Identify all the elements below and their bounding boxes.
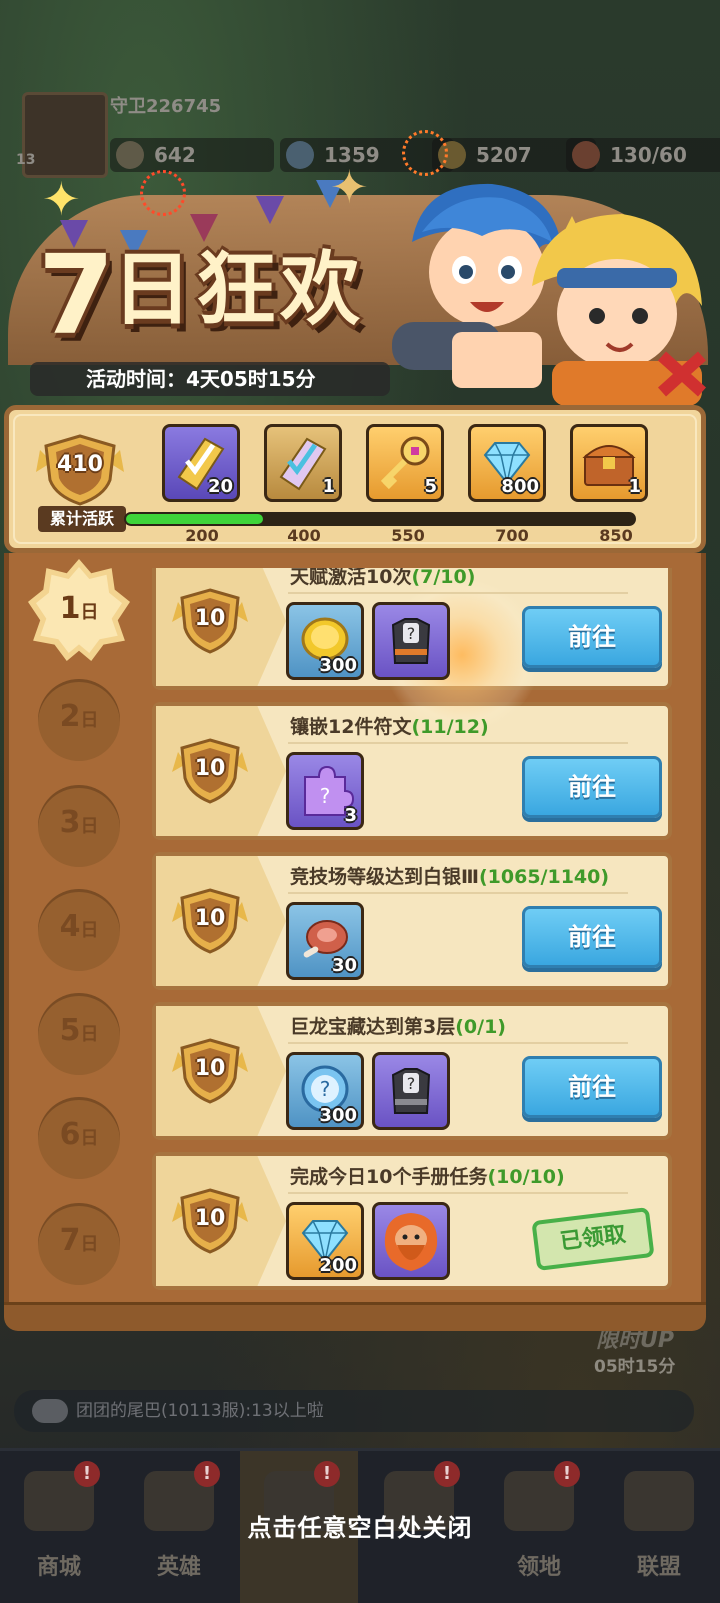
chat-bar[interactable]: 团团的尾巴(10113服):13以上啦 (14, 1390, 694, 1432)
reward-item[interactable]: 200 (286, 1202, 364, 1280)
task-title: 巨龙宝藏达到第3层(0/1) (290, 1016, 506, 1038)
activity-progress-fill (126, 514, 263, 524)
activity-progress-bar (124, 512, 636, 526)
sparkle-icon: ✦ (42, 172, 81, 226)
hero-blonde-portrait (532, 214, 707, 406)
player-level: 13 (16, 152, 36, 168)
alert-badge: ! (554, 1461, 580, 1487)
reward-item[interactable]: ? (372, 1052, 450, 1130)
task-card: 巨龙宝藏达到第3层(0/1) 10 ? 300 ? 前往 (152, 1002, 672, 1140)
chat-message: 团团的尾巴(10113服):13以上啦 (76, 1401, 324, 1421)
activity-points-label: 累计活跃 (38, 506, 126, 532)
milestone-threshold: 700 (495, 526, 529, 545)
limited-up-timer: 05时15分 (594, 1357, 676, 1377)
close-hint[interactable]: 点击任意空白处关闭 (0, 1508, 720, 1543)
task-card: 竞技场等级达到白银Ⅲ(1065/1140) 10 30 前往 (152, 852, 672, 990)
alert-badge: ! (314, 1461, 340, 1487)
board-bottom-edge (4, 1302, 706, 1331)
milestone-threshold: 550 (391, 526, 425, 545)
go-button[interactable]: 前往 (522, 906, 662, 968)
activity-points-value: 410 (57, 452, 103, 477)
milestone-reward-400[interactable]: 1 (264, 424, 342, 502)
day-tab-1[interactable]: 1日 (28, 559, 130, 661)
claimed-stamp: 已领取 (531, 1206, 655, 1272)
firework-icon (402, 130, 448, 176)
firework-icon (140, 170, 186, 216)
svg-text:?: ? (407, 624, 416, 643)
alert-badge: ! (74, 1461, 100, 1487)
reward-item[interactable]: 300 (286, 602, 364, 680)
alert-badge: ! (194, 1461, 220, 1487)
svg-text:?: ? (320, 1077, 331, 1101)
alert-badge: ! (434, 1461, 460, 1487)
player-name: 守卫226745 (110, 96, 222, 117)
milestone-reward-550[interactable]: 5 (366, 424, 444, 502)
task-title: 天赋激活10次(7/10) (290, 568, 476, 588)
chat-bubble-icon (32, 1399, 68, 1423)
meat-icon (572, 141, 600, 169)
task-points-badge: 10 (170, 1186, 250, 1256)
task-title: 镶嵌12件符文(11/12) (290, 716, 489, 738)
day-tab-2[interactable]: 2日 (38, 679, 120, 761)
reward-item[interactable]: ? 3 (286, 752, 364, 830)
pennant (256, 196, 284, 224)
task-points-badge: 10 (170, 1036, 250, 1106)
milestone-reward-200[interactable]: 20 (162, 424, 240, 502)
reward-item[interactable]: 30 (286, 902, 364, 980)
sword-icon (116, 141, 144, 169)
power-counter: 642 (110, 138, 274, 172)
day-tab-4[interactable]: 4日 (38, 889, 120, 971)
day-tab-3[interactable]: 3日 (38, 785, 120, 867)
reward-item[interactable]: ? 300 (286, 1052, 364, 1130)
event-title-number: 7 (38, 231, 115, 359)
day-tab-5[interactable]: 5日 (38, 993, 120, 1075)
task-card: 完成今日10个手册任务(10/10) 10 200 已领取 (152, 1152, 672, 1290)
milestone-reward-850[interactable]: 1 (570, 424, 648, 502)
day-tab-7[interactable]: 7日 (38, 1203, 120, 1285)
task-list[interactable]: 天赋激活10次(7/10) 10 300 ? 前往 镶嵌12件符文(11/12)… (152, 568, 674, 1292)
mystery-armor-icon: ? (391, 1068, 431, 1114)
hero-portrait-icon (384, 1213, 438, 1271)
task-title: 完成今日10个手册任务(10/10) (290, 1166, 565, 1188)
milestone-threshold: 850 (599, 526, 633, 545)
reward-item[interactable]: ? (372, 602, 450, 680)
event-title: 日狂欢 (112, 243, 364, 336)
event-timer: 活动时间：4天05时15分 (30, 362, 390, 396)
task-card: 镶嵌12件符文(11/12) 10 ? 3 前往 (152, 702, 672, 840)
milestone-threshold: 200 (185, 526, 219, 545)
milestone-reward-700[interactable]: 800 (468, 424, 546, 502)
task-title: 竞技场等级达到白银Ⅲ(1065/1140) (290, 866, 610, 888)
day-tab-6[interactable]: 6日 (38, 1097, 120, 1179)
stamina-counter: 130/60 (566, 138, 720, 172)
task-card: 天赋激活10次(7/10) 10 300 ? 前往 (152, 568, 672, 690)
reward-item[interactable] (372, 1202, 450, 1280)
diamond-icon (286, 141, 314, 169)
task-points-badge: 10 (170, 886, 250, 956)
task-points-badge: 10 (170, 586, 250, 656)
day-tabs: 1日 2日 3日 4日 5日 6日 7日 (14, 553, 144, 1303)
star-ornament-icon: ✦ (330, 160, 369, 214)
svg-text:?: ? (320, 784, 331, 808)
go-button[interactable]: 前往 (522, 606, 662, 668)
go-button[interactable]: 前往 (522, 756, 662, 818)
task-points-badge: 10 (170, 736, 250, 806)
svg-text:?: ? (407, 1074, 416, 1093)
go-button[interactable]: 前往 (522, 1056, 662, 1118)
milestone-threshold: 400 (287, 526, 321, 545)
pennant (190, 214, 218, 242)
mystery-armor-icon: ? (391, 618, 431, 664)
